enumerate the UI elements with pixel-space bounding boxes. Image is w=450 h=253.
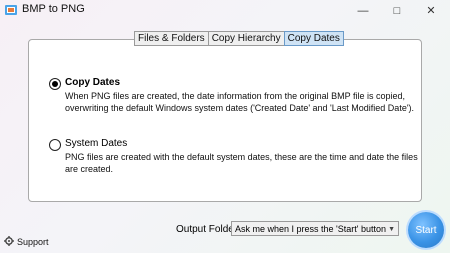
maximize-icon[interactable]: □ (380, 0, 414, 21)
system-dates-desc-line2: are created. (65, 164, 114, 174)
tab-bar: Files & Folders Copy Hierarchy Copy Date… (134, 31, 344, 46)
gear-icon (4, 236, 14, 248)
window-title: BMP to PNG (22, 3, 85, 15)
output-folder-select[interactable]: Ask me when I press the 'Start' button ▼ (231, 221, 399, 236)
system-dates-desc-line1: PNG files are created with the default s… (65, 152, 418, 162)
copy-dates-title: Copy Dates (65, 77, 121, 88)
tab-copy-dates[interactable]: Copy Dates (283, 31, 344, 46)
minimize-icon[interactable]: — (346, 0, 380, 21)
system-dates-radio[interactable] (49, 139, 61, 151)
app-icon (4, 3, 18, 17)
copy-dates-desc-line2: overwriting the default Windows system d… (65, 103, 415, 113)
output-folder-value: Ask me when I press the 'Start' button (235, 224, 387, 234)
copy-dates-panel: Copy Dates When PNG files are created, t… (28, 39, 422, 202)
tab-files-folders[interactable]: Files & Folders (134, 31, 209, 46)
system-dates-title: System Dates (65, 138, 128, 149)
title-bar: BMP to PNG — □ ✕ (0, 0, 450, 21)
support-label: Support (17, 237, 49, 247)
tab-copy-hierarchy[interactable]: Copy Hierarchy (207, 31, 285, 46)
close-icon[interactable]: ✕ (414, 0, 448, 21)
start-button[interactable]: Start (408, 212, 444, 248)
copy-dates-desc-line1: When PNG files are created, the date inf… (65, 91, 405, 101)
copy-dates-radio[interactable] (49, 78, 61, 90)
support-link[interactable]: Support (4, 236, 49, 248)
chevron-down-icon: ▼ (388, 226, 395, 233)
